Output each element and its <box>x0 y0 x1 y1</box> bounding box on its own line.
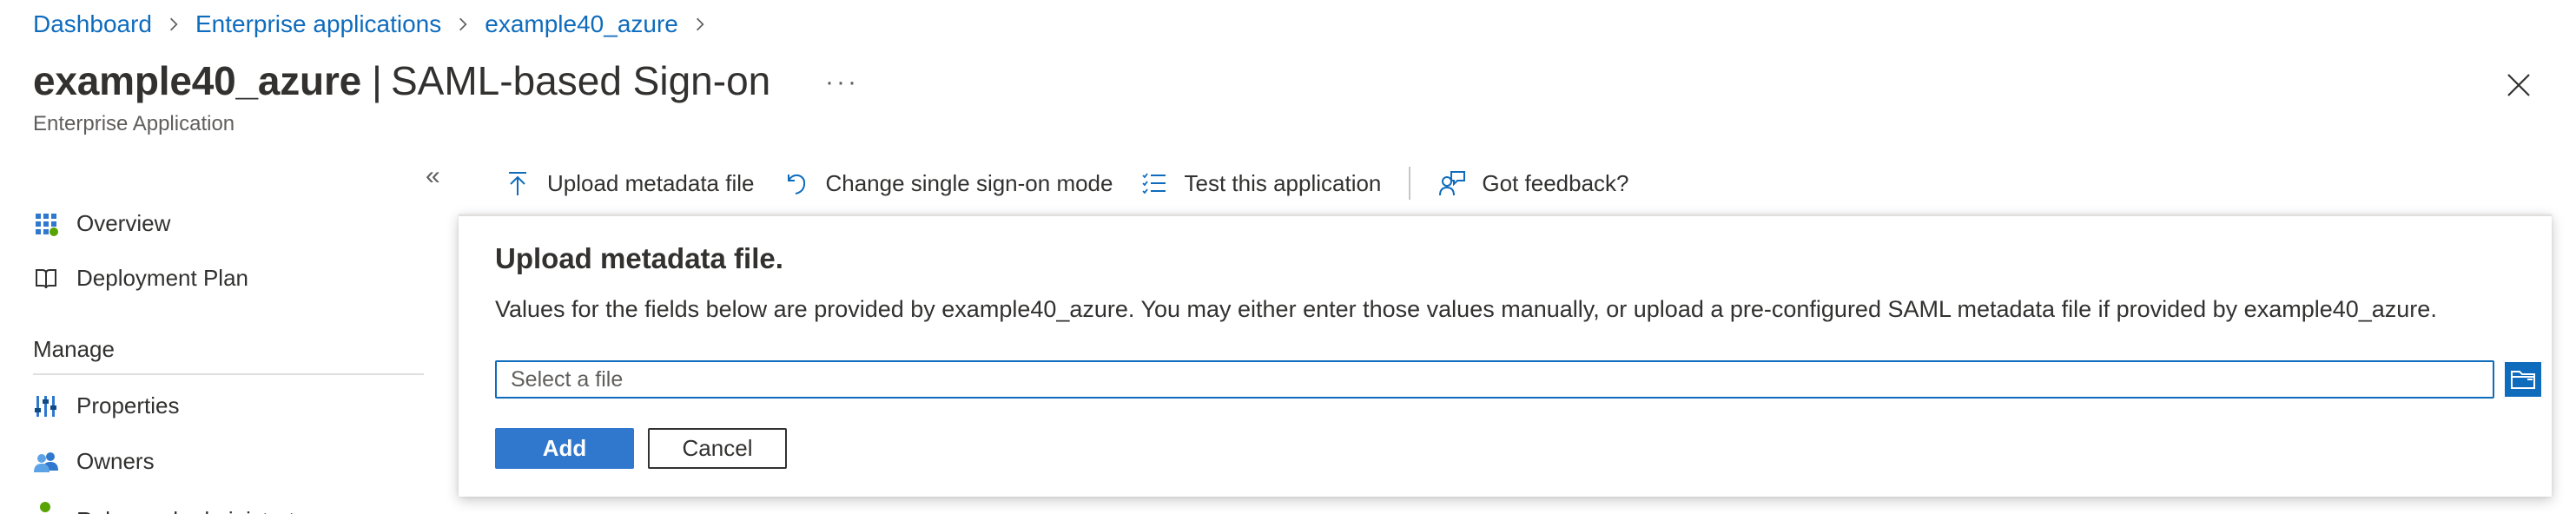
sidebar-item-roles[interactable]: Roles and administrators <box>33 500 327 514</box>
sliders-icon <box>33 393 59 419</box>
feedback-label: Got feedback? <box>1482 169 1629 196</box>
cancel-button[interactable]: Cancel <box>648 428 787 469</box>
sidebar-item-label: Roles and administrators <box>76 507 327 514</box>
breadcrumb: Dashboard Enterprise applications exampl… <box>33 10 722 38</box>
more-options-icon[interactable]: ··· <box>825 68 859 97</box>
change-sso-mode-label: Change single sign-on mode <box>825 169 1113 196</box>
upload-metadata-label: Upload metadata file <box>547 169 755 196</box>
upload-metadata-panel: Upload metadata file. Values for the fie… <box>459 214 2552 497</box>
upload-icon <box>504 169 532 197</box>
toolbar-divider <box>1409 167 1411 200</box>
grid-icon <box>33 211 59 237</box>
book-icon <box>33 266 59 292</box>
panel-title: Upload metadata file. <box>495 242 783 274</box>
title-separator: | <box>372 58 382 103</box>
sidebar-item-deployment-plan[interactable]: Deployment Plan <box>33 265 248 292</box>
chevron-right-icon <box>166 16 182 32</box>
sidebar-item-label: Owners <box>76 448 155 474</box>
sidebar-item-overview[interactable]: Overview <box>33 210 170 237</box>
sidebar-item-label: Overview <box>76 210 171 236</box>
browse-file-button[interactable] <box>2503 360 2543 399</box>
close-button[interactable] <box>2501 68 2536 102</box>
undo-icon <box>782 169 809 197</box>
command-bar: Upload metadata file Change single sign-… <box>504 167 1657 200</box>
close-icon <box>2507 74 2530 96</box>
app-name: example40_azure <box>33 58 362 103</box>
test-application-label: Test this application <box>1184 169 1382 196</box>
change-sso-mode-button[interactable]: Change single sign-on mode <box>782 169 1113 197</box>
feedback-button[interactable]: Got feedback? <box>1438 169 1629 197</box>
folder-icon <box>2511 371 2535 389</box>
people-icon <box>33 449 59 475</box>
add-button[interactable]: Add <box>495 428 634 469</box>
sidebar-section-manage: Manage <box>33 336 115 362</box>
upload-metadata-button[interactable]: Upload metadata file <box>504 169 754 197</box>
test-application-button[interactable]: Test this application <box>1140 169 1381 197</box>
panel-description: Values for the fields below are provided… <box>495 296 2437 322</box>
chevron-right-icon <box>692 16 708 32</box>
page-name: SAML-based Sign-on <box>390 58 771 103</box>
sidebar-item-properties[interactable]: Properties <box>33 392 180 419</box>
breadcrumb-dashboard[interactable]: Dashboard <box>33 10 152 38</box>
sidebar-item-label: Properties <box>76 392 180 418</box>
collapse-sidebar-button[interactable]: « <box>426 161 440 191</box>
sidebar-item-label: Deployment Plan <box>76 265 248 291</box>
page-subtitle: Enterprise Application <box>33 112 235 135</box>
checklist-icon <box>1140 169 1168 197</box>
sidebar-item-owners[interactable]: Owners <box>33 448 155 475</box>
select-file-input[interactable] <box>495 360 2494 399</box>
chevron-right-icon <box>455 16 471 32</box>
sidebar-divider <box>33 373 424 375</box>
page-title: example40_azure | SAML-based Sign-on <box>33 57 770 104</box>
person-icon <box>33 500 59 514</box>
feedback-icon <box>1438 169 1466 197</box>
breadcrumb-enterprise-applications[interactable]: Enterprise applications <box>195 10 441 38</box>
breadcrumb-app[interactable]: example40_azure <box>485 10 678 38</box>
